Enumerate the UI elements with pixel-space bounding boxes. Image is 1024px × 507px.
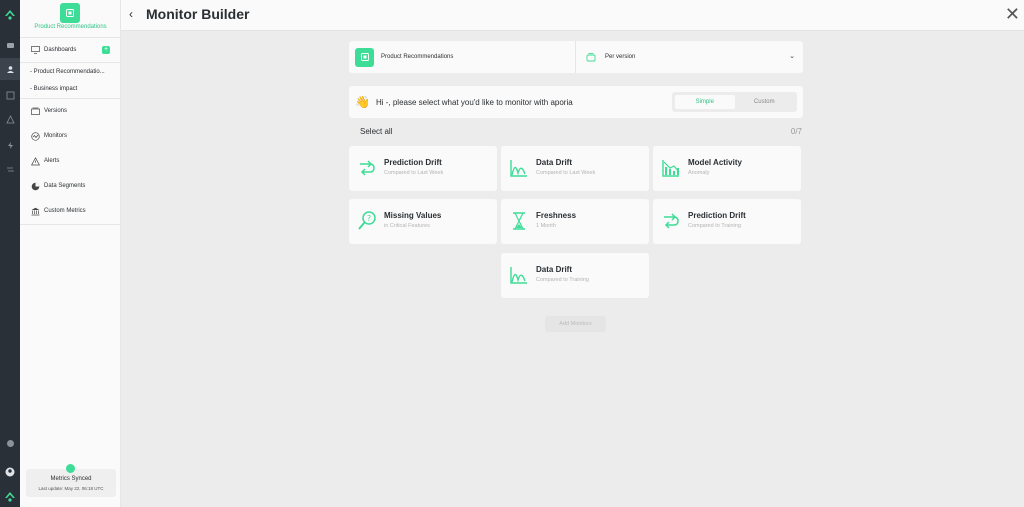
alert-icon: [30, 156, 40, 166]
selection-counter: 0/7: [790, 127, 802, 136]
sidebar-item-label: Dashboards: [44, 47, 77, 53]
sidebar-item-label: Versions: [44, 108, 68, 114]
card-title: Prediction Drift: [384, 158, 442, 167]
card-subtitle: Compared to Training: [536, 277, 589, 283]
card-subtitle: 1 Month: [536, 223, 556, 229]
monitor-card-freshness[interactable]: Freshness 1 Month: [501, 199, 649, 244]
icon-rail: [0, 0, 20, 507]
drift-arrows-icon: [664, 213, 679, 229]
metrics-sync-card: Metrics Synced Last update: May 22, 06:1…: [26, 464, 116, 497]
tab-simple[interactable]: Simple: [675, 95, 735, 109]
version-select[interactable]: Per version ⌄: [576, 41, 803, 73]
card-subtitle: in Critical Features: [384, 223, 430, 229]
model-select-value: Product Recommendations: [381, 54, 454, 60]
models-icon[interactable]: [0, 34, 20, 56]
greeting-bar: 👋 Hi -, please select what you'd like to…: [349, 86, 803, 118]
sidebar: Product Recommendations Dashboards + - P…: [20, 0, 121, 507]
sidebar-item-monitors[interactable]: Monitors: [30, 129, 118, 143]
tab-custom[interactable]: Custom: [735, 95, 795, 109]
aporia-bottom-logo-icon: [0, 486, 20, 507]
integrations-icon[interactable]: [0, 158, 20, 180]
distribution-icon: [510, 160, 527, 177]
drift-arrows-icon: [360, 160, 375, 176]
add-dashboard-button[interactable]: +: [102, 46, 110, 54]
wave-icon: 👋: [355, 95, 370, 109]
versions-icon: [30, 106, 40, 116]
sidebar-item-data-segments[interactable]: Data Segments: [30, 179, 118, 193]
divider: [20, 98, 121, 99]
card-subtitle: Compared to Last Week: [384, 170, 444, 176]
card-title: Missing Values: [384, 211, 442, 220]
version-icon: [585, 51, 597, 63]
warning-icon[interactable]: [0, 108, 20, 130]
sidebar-item-label: Custom Metrics: [44, 208, 86, 214]
divider: [20, 62, 121, 63]
close-button[interactable]: ✕: [1005, 4, 1020, 25]
bank-icon: [30, 206, 40, 216]
sidebar-item-custom-metrics[interactable]: Custom Metrics: [30, 204, 118, 218]
dashboard-icon: [30, 45, 40, 55]
card-title: Prediction Drift: [688, 211, 746, 220]
magnifier-icon: ?: [358, 211, 376, 230]
back-button[interactable]: ‹: [129, 7, 133, 21]
chart-icon[interactable]: [0, 84, 20, 106]
card-title: Freshness: [536, 211, 577, 220]
monitor-card-data-drift-last-week[interactable]: Data Drift Compared to Last Week: [501, 146, 649, 191]
page-title: Monitor Builder: [146, 6, 250, 22]
card-title: Data Drift: [536, 265, 573, 274]
card-title: Model Activity: [688, 158, 742, 167]
profile-icon[interactable]: [0, 461, 20, 483]
card-subtitle: Compared to Training: [688, 223, 741, 229]
model-logo-icon[interactable]: [60, 3, 80, 23]
chevron-down-icon: ⌄: [789, 53, 795, 60]
dashboard-item[interactable]: - Business impact: [30, 86, 77, 92]
sync-timestamp: Last update: May 22, 06:18 UTC: [38, 486, 104, 491]
monitor-card-data-drift-training[interactable]: Data Drift Compared to Training: [501, 253, 649, 298]
help-icon[interactable]: [0, 432, 20, 454]
sidebar-item-versions[interactable]: Versions: [30, 104, 118, 118]
sidebar-item-label: Data Segments: [44, 183, 86, 189]
model-icon: [355, 47, 374, 67]
hourglass-icon: [513, 212, 525, 230]
monitor-card-model-activity[interactable]: Model Activity Anomaly: [653, 146, 801, 191]
dashboard-item[interactable]: - Product Recommendatio...: [30, 69, 105, 75]
monitor-card-prediction-drift-last-week[interactable]: Prediction Drift Compared to Last Week: [349, 146, 497, 191]
pie-icon: [30, 181, 40, 191]
divider: [20, 37, 121, 38]
monitor-card-missing-values[interactable]: ? Missing Values in Critical Features: [349, 199, 497, 244]
sync-status-dot: [66, 464, 75, 473]
divider: [20, 224, 121, 225]
sidebar-item-label: Alerts: [44, 158, 60, 164]
bolt-icon[interactable]: [0, 134, 20, 156]
card-title: Data Drift: [536, 158, 573, 167]
card-subtitle: Compared to Last Week: [536, 170, 596, 176]
distribution-icon: [510, 267, 527, 284]
version-select-value: Per version: [605, 54, 636, 60]
model-version-selector: Product Recommendations Per version ⌄: [349, 41, 803, 73]
monitors-icon: [30, 131, 40, 141]
model-select[interactable]: Product Recommendations: [349, 41, 576, 73]
users-icon[interactable]: [0, 58, 20, 80]
page-header: ‹ Monitor Builder ✕: [121, 0, 1024, 31]
aporia-logo-icon[interactable]: [0, 4, 20, 26]
select-all-button[interactable]: Select all: [360, 127, 392, 136]
bar-trend-icon: [662, 160, 680, 177]
card-subtitle: Anomaly: [688, 170, 710, 176]
add-monitors-button[interactable]: Add Monitors: [545, 316, 606, 332]
svg-text:?: ?: [367, 214, 371, 223]
monitor-card-prediction-drift-training[interactable]: Prediction Drift Compared to Training: [653, 199, 801, 244]
sync-title: Metrics Synced: [50, 476, 92, 482]
sidebar-item-label: Monitors: [44, 133, 68, 139]
model-name[interactable]: Product Recommendations: [20, 24, 121, 30]
mode-switch: Simple Custom: [672, 92, 797, 112]
greeting-text: Hi -, please select what you'd like to m…: [375, 97, 573, 107]
sidebar-item-alerts[interactable]: Alerts: [30, 154, 118, 168]
